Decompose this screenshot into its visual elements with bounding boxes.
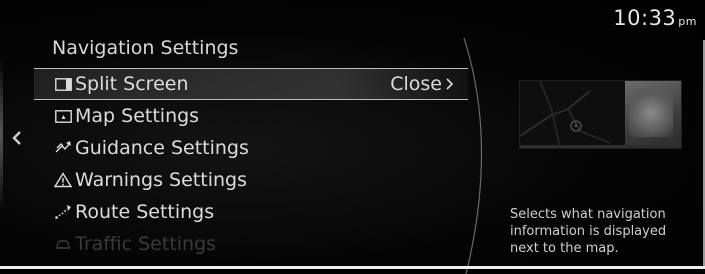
menu-item-label: Traffic Settings (75, 233, 217, 255)
navigation-settings-screen: 10:33 pm Navigation Settings Split Screen… (0, 0, 705, 274)
clock-ampm: pm (678, 15, 697, 28)
clock-time: 10:33 (613, 6, 677, 30)
split-screen-icon (54, 75, 72, 93)
menu-item-guidance-settings[interactable]: Guidance Settings (34, 132, 468, 164)
menu-item-label: Guidance Settings (75, 137, 249, 159)
menu-item-label: Split Screen (75, 73, 189, 95)
settings-menu: Split Screen Close Map Settings Guidance… (34, 68, 468, 260)
route-icon (54, 203, 72, 221)
clock: 10:33 pm (613, 6, 697, 30)
menu-item-route-settings[interactable]: Route Settings (34, 196, 468, 228)
split-screen-preview (519, 80, 682, 149)
map-preview-image (520, 81, 611, 148)
preview-glow (629, 89, 673, 137)
guidance-icon (54, 139, 72, 157)
setting-description: Selects what navigation information is d… (510, 207, 667, 256)
menu-item-label: Map Settings (75, 105, 200, 127)
map-icon (54, 107, 72, 125)
menu-item-traffic-settings[interactable]: Traffic Settings (34, 228, 468, 260)
chevron-left-icon (12, 131, 21, 145)
menu-item-split-screen[interactable]: Split Screen Close (34, 68, 468, 100)
left-edge-glow (0, 60, 3, 210)
warning-icon (54, 171, 72, 189)
divider-arc (463, 37, 483, 274)
page-title: Navigation Settings (52, 37, 239, 59)
chevron-right-icon (446, 78, 454, 90)
menu-item-map-settings[interactable]: Map Settings (34, 100, 468, 132)
split-screen-value-text: Close (390, 73, 442, 95)
menu-item-label: Warnings Settings (75, 169, 247, 191)
preview-status-bar (520, 145, 681, 148)
traffic-icon (54, 235, 72, 253)
split-screen-value: Close (390, 69, 454, 99)
back-button[interactable] (4, 118, 30, 158)
menu-item-warnings-settings[interactable]: Warnings Settings (34, 164, 468, 196)
menu-item-label: Route Settings (75, 201, 215, 223)
